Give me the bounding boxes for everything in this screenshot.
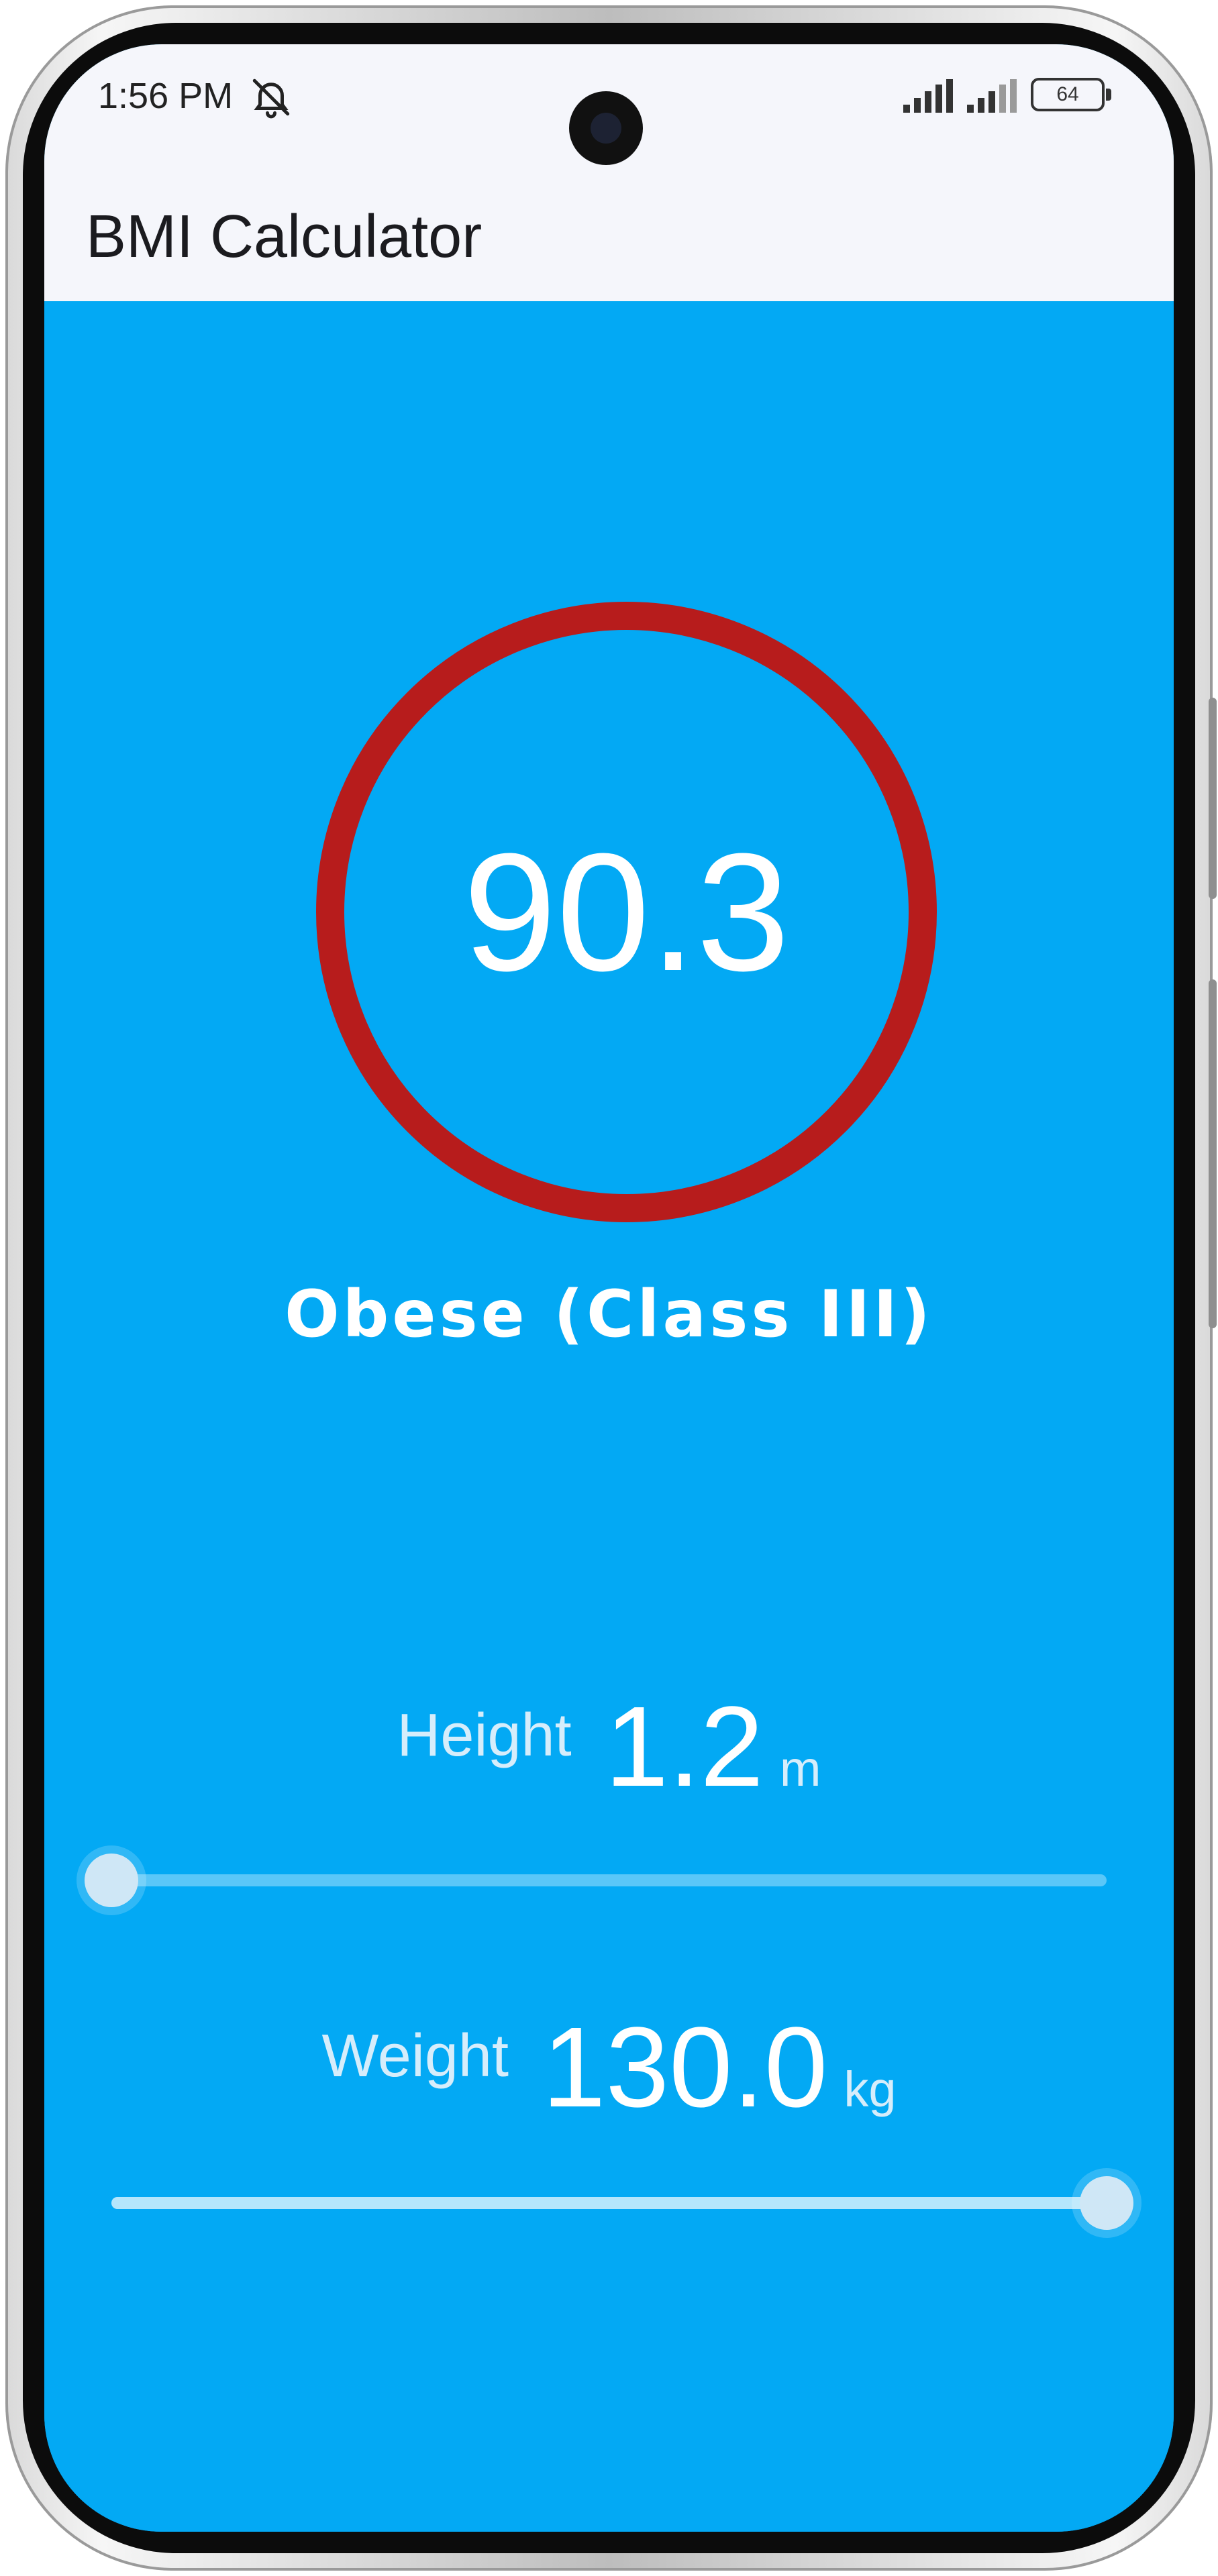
battery-level: 64 [1056,83,1079,105]
front-camera [569,91,643,165]
bmi-gauge-ring: 90.3 [316,602,937,1222]
cell-signal-2-icon [967,79,1017,113]
bmi-value: 90.3 [463,818,790,1006]
height-slider-track[interactable] [111,1874,1107,1886]
weight-unit: kg [844,2061,897,2117]
app-title: BMI Calculator [86,203,483,270]
weight-slider-fill [111,2197,1107,2209]
bmi-content: 90.3 Obese (Class III) Height 1.2 m Weig… [44,301,1174,2532]
vibrate-mute-icon [252,78,290,119]
weight-slider-thumb[interactable] [1080,2176,1133,2230]
weight-readout: Weight 130.0 kg [44,2010,1174,2125]
weight-label: Weight [321,2023,509,2090]
height-slider-thumb[interactable] [85,1854,138,1907]
battery-icon: 64 [1031,78,1111,111]
screen: 1:56 PM 64 BMI Calculator 90.3 Obese (Cl… [44,44,1174,2532]
status-time: 1:56 PM [98,76,234,116]
weight-slider[interactable] [111,2169,1133,2237]
height-unit: m [779,1741,821,1796]
power-button [1209,979,1217,1328]
status-bar: 1:56 PM 64 [44,44,1174,172]
height-slider[interactable] [85,1847,1107,1914]
cell-signal-icon [903,79,953,113]
height-label: Height [397,1702,572,1769]
volume-button [1209,698,1217,899]
height-value: 1.2 [605,1683,764,1811]
height-readout: Height 1.2 m [44,1690,1174,1804]
weight-value: 130.0 [542,2004,828,2131]
app-bar: BMI Calculator [44,172,1174,301]
bmi-category: Obese (Class III) [285,1277,933,1352]
